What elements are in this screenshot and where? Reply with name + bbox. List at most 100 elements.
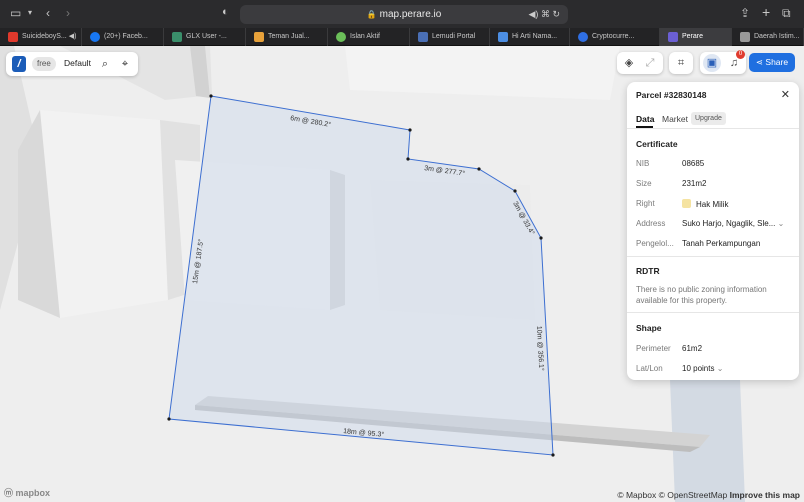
tab-favicon (8, 32, 18, 42)
tab-overview-icon[interactable]: ⧉ (782, 6, 791, 21)
field-label: NIB (636, 159, 650, 168)
share-label: Share (765, 57, 789, 67)
translate-icon[interactable]: ⌘ (541, 9, 550, 19)
browser-tab[interactable]: Hi Arti Nama... (490, 28, 570, 46)
divider (627, 128, 799, 129)
expand-icon[interactable]: ⤢ (641, 54, 659, 72)
field-value-text: Suko Harjo, Ngaglik, Sle... (682, 219, 776, 228)
layer-controls: ◈ ⤢ (617, 52, 663, 74)
chevron-down-icon[interactable]: ⌄ (778, 219, 785, 228)
parcel-panel: Parcel #32830148 ✕ Data Market Upgrade C… (627, 82, 799, 380)
tab-market[interactable]: Market (662, 114, 688, 124)
section-rdtr: RDTR (636, 266, 660, 276)
browser-tab[interactable]: Islan Aktif (328, 28, 410, 46)
vertex[interactable] (513, 189, 517, 193)
browser-tab[interactable]: GLX User -... (164, 28, 246, 46)
field-value-right: Hak Milik (682, 199, 728, 209)
section-shape: Shape (636, 323, 662, 333)
tab-label: SuicideboyS... (22, 33, 67, 40)
address-bar[interactable]: 🔒 map.perare.io ◀) ⌘ ↻ (240, 5, 568, 24)
reload-icon[interactable]: ↻ (552, 9, 560, 19)
tab-favicon (336, 32, 346, 42)
tab-label: Islan Aktif (350, 33, 380, 40)
browser-tab-active[interactable]: Perare (660, 28, 732, 46)
close-icon[interactable]: ✕ (781, 88, 790, 101)
tab-data[interactable]: Data (636, 114, 654, 124)
privacy-shield-icon[interactable]: ◐ (222, 6, 229, 18)
mapbox-logo[interactable]: ⓜ mapbox (4, 486, 50, 499)
osm-attribution-link[interactable]: © OpenStreetMap (659, 490, 728, 500)
tab-favicon (668, 32, 678, 42)
browser-tab[interactable]: SuicideboyS... ◀) (0, 28, 82, 46)
audio-icon[interactable]: ◀) (529, 9, 539, 19)
vertex[interactable] (539, 236, 543, 240)
speaker-icon[interactable]: ◀) (69, 33, 77, 40)
vertex[interactable] (551, 453, 555, 457)
field-value: 231m2 (682, 179, 707, 188)
field-value-address[interactable]: Suko Harjo, Ngaglik, Sle... ⌄ (682, 219, 784, 228)
forward-icon[interactable]: › (66, 6, 70, 20)
field-value-points[interactable]: 10 points ⌄ (682, 364, 723, 373)
tab-favicon (172, 32, 182, 42)
browser-tab[interactable]: Lemudi Portal (410, 28, 490, 46)
tab-favicon (254, 32, 264, 42)
plan-badge[interactable]: free (32, 57, 56, 71)
panel-title: Parcel #32830148 (636, 90, 707, 100)
chevron-down-icon[interactable]: ▾ (28, 8, 32, 17)
map-toolbar: / free Default ⌕ ⌖ (6, 52, 138, 76)
browser-tab[interactable]: Teman Jual... (246, 28, 328, 46)
search-icon[interactable]: ⌕ (96, 55, 114, 73)
field-value-text: Hak Milik (696, 200, 729, 209)
new-tab-icon[interactable]: + (762, 4, 770, 20)
tab-favicon (578, 32, 588, 42)
vertex[interactable] (209, 94, 213, 98)
tab-favicon (90, 32, 100, 42)
measure-control: ⌗ (669, 52, 693, 74)
field-value: Tanah Perkampungan (682, 239, 761, 248)
share-page-icon[interactable]: ⇪ (740, 6, 750, 20)
tab-label: Cryptocurre... (592, 33, 635, 40)
field-label: Size (636, 179, 652, 188)
vertex[interactable] (477, 167, 481, 171)
browser-tab[interactable]: Daerah Istim... (732, 28, 804, 46)
color-swatch (682, 199, 691, 208)
divider (627, 256, 799, 257)
field-label: Right (636, 199, 655, 208)
chevron-down-icon[interactable]: ⌄ (717, 364, 724, 373)
location-pin-icon[interactable]: ⌖ (116, 55, 134, 73)
browser-tab[interactable]: (20+) Faceb... (82, 28, 164, 46)
rdtr-note: There is no public zoning information av… (636, 285, 767, 305)
lock-icon: 🔒 (366, 10, 377, 19)
profile-name[interactable]: Default (64, 58, 91, 68)
vertex[interactable] (406, 157, 410, 161)
avatar[interactable]: ▣ (703, 54, 721, 72)
tab-favicon (418, 32, 428, 42)
field-label: Address (636, 219, 666, 228)
measure-icon[interactable]: ⌗ (672, 54, 690, 72)
vertex[interactable] (167, 417, 171, 421)
address-actions: ◀) ⌘ ↻ (529, 5, 561, 24)
map-attribution: © Mapbox © OpenStreetMap Improve this ma… (617, 490, 800, 500)
sidebar-icon[interactable]: ▭ (10, 6, 21, 20)
field-label: Perimeter (636, 344, 671, 353)
vertex[interactable] (408, 128, 412, 132)
tab-bar: SuicideboyS... ◀) (20+) Faceb... GLX Use… (0, 28, 804, 46)
share-button[interactable]: ⋖ Share (749, 53, 795, 72)
field-label: Lat/Lon (636, 364, 663, 373)
app-logo[interactable]: / (12, 56, 26, 72)
mapbox-logo-text: mapbox (15, 488, 51, 498)
tab-favicon (498, 32, 508, 42)
tab-label: GLX User -... (186, 33, 227, 40)
back-icon[interactable]: ‹ (46, 6, 50, 20)
field-value-text: 10 points (682, 364, 715, 373)
tab-label: Hi Arti Nama... (512, 33, 558, 40)
improve-map-link[interactable]: Improve this map (730, 490, 800, 500)
upgrade-badge[interactable]: Upgrade (691, 112, 726, 125)
divider (627, 312, 799, 313)
browser-tab[interactable]: Cryptocurre... (570, 28, 660, 46)
tab-label: Lemudi Portal (432, 33, 476, 40)
field-value: 08685 (682, 159, 705, 168)
mapbox-attribution-link[interactable]: © Mapbox (617, 490, 656, 500)
layers-icon[interactable]: ◈ (620, 54, 638, 72)
tab-label: Teman Jual... (268, 33, 310, 40)
